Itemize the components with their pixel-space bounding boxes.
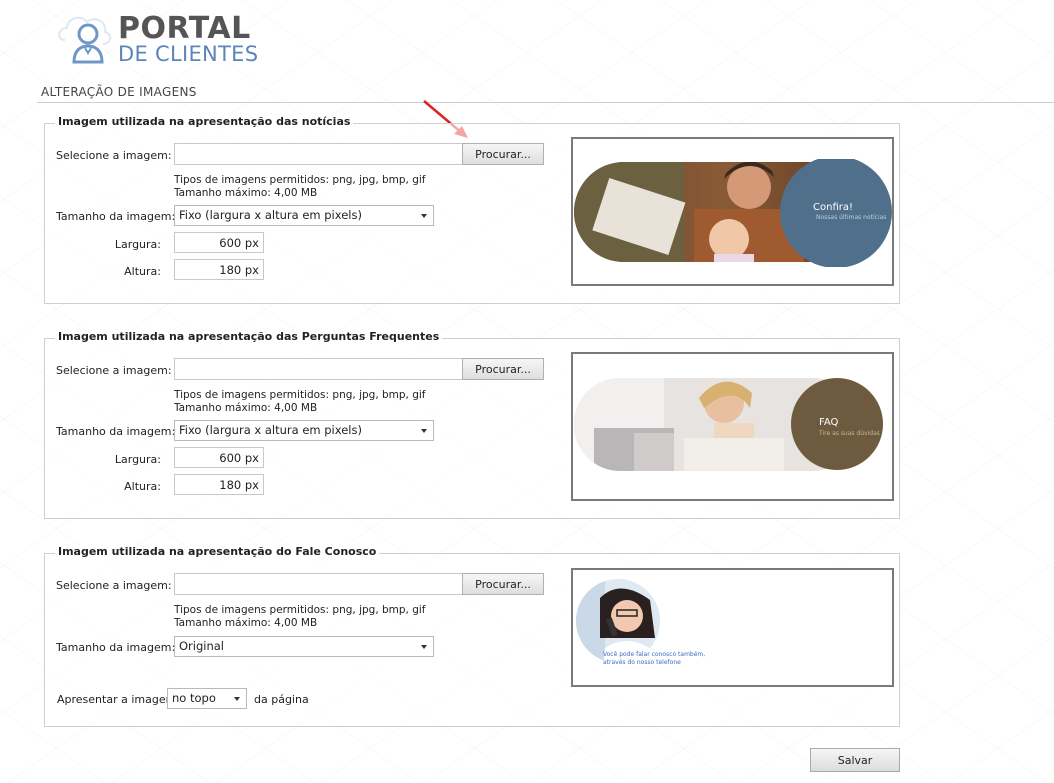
save-button[interactable]: Salvar — [810, 748, 900, 772]
contact-image-preview: Você pode falar conosco também, através … — [571, 568, 894, 687]
preview-subtext: Tire as suas dúvidas — [819, 430, 880, 437]
contact-file-input[interactable] — [174, 573, 463, 595]
contact-browse-button[interactable]: Procurar... — [462, 573, 544, 595]
position-select-value: no topo — [172, 691, 216, 705]
width-label: Largura: — [114, 453, 161, 466]
news-height-input[interactable] — [174, 259, 264, 280]
position-suffix: da página — [254, 693, 309, 706]
preview-line1: Você pode falar conosco também, — [603, 651, 706, 658]
preview-line2: através do nosso telefone — [603, 659, 681, 666]
height-label: Altura: — [124, 480, 161, 493]
chevron-down-icon — [234, 697, 240, 701]
news-image-preview: Confira! Nossas últimas notícias — [571, 137, 894, 286]
chevron-down-icon — [421, 645, 427, 649]
hint-types: Tipos de imagens permitidos: png, jpg, b… — [174, 389, 426, 401]
news-width-input[interactable] — [174, 232, 264, 253]
news-size-select[interactable]: Fixo (largura x altura em pixels) — [174, 205, 434, 226]
hint-size: Tamanho máximo: 4,00 MB — [174, 402, 318, 414]
height-label: Altura: — [124, 265, 161, 278]
faq-height-input[interactable] — [174, 474, 264, 495]
faq-image-section: Imagem utilizada na apresentação das Per… — [44, 330, 900, 519]
news-preview-image — [574, 159, 892, 267]
size-select-value: Fixo (largura x altura em pixels) — [179, 208, 362, 222]
faq-width-input[interactable] — [174, 447, 264, 468]
size-label: Tamanho da imagem: — [56, 641, 176, 654]
select-image-label: Selecione a imagem: — [56, 579, 172, 592]
select-image-label: Selecione a imagem: — [56, 149, 172, 162]
contact-size-select[interactable]: Original — [174, 636, 434, 657]
client-avatar-logo-icon — [58, 16, 111, 64]
position-select[interactable]: no topo — [167, 688, 247, 709]
hint-size: Tamanho máximo: 4,00 MB — [174, 187, 318, 199]
size-label: Tamanho da imagem: — [56, 425, 176, 438]
hint-types: Tipos de imagens permitidos: png, jpg, b… — [174, 174, 426, 186]
section-legend: Imagem utilizada na apresentação das not… — [55, 115, 354, 128]
chevron-down-icon — [421, 429, 427, 433]
size-label: Tamanho da imagem: — [56, 210, 176, 223]
size-select-value: Original — [179, 639, 225, 653]
logo-subtitle: DE CLIENTES — [118, 42, 259, 66]
position-label: Apresentar a imagem — [57, 693, 177, 706]
news-browse-button[interactable]: Procurar... — [462, 143, 544, 165]
preview-subtext: Nossas últimas notícias — [816, 214, 887, 221]
faq-image-preview: FAQ Tire as suas dúvidas — [571, 352, 894, 501]
preview-heading: Confira! — [813, 202, 853, 213]
portal-logo: PORTAL DE CLIENTES — [55, 10, 265, 70]
hint-size: Tamanho máximo: 4,00 MB — [174, 617, 318, 629]
news-image-section: Imagem utilizada na apresentação das not… — [44, 115, 900, 304]
select-image-label: Selecione a imagem: — [56, 364, 172, 377]
faq-preview-image — [574, 378, 883, 471]
size-select-value: Fixo (largura x altura em pixels) — [179, 423, 362, 437]
news-file-input[interactable] — [174, 143, 463, 165]
preview-heading: FAQ — [819, 417, 839, 428]
section-legend: Imagem utilizada na apresentação das Per… — [55, 330, 443, 343]
section-legend: Imagem utilizada na apresentação do Fale… — [55, 545, 380, 558]
faq-file-input[interactable] — [174, 358, 463, 380]
width-label: Largura: — [114, 238, 161, 251]
chevron-down-icon — [421, 214, 427, 218]
faq-browse-button[interactable]: Procurar... — [462, 358, 544, 380]
logo-title: PORTAL — [118, 11, 251, 46]
page-title: ALTERAÇÃO DE IMAGENS — [41, 85, 197, 99]
hint-types: Tipos de imagens permitidos: png, jpg, b… — [174, 604, 426, 616]
contact-image-section: Imagem utilizada na apresentação do Fale… — [44, 545, 900, 727]
title-divider — [37, 102, 1054, 103]
faq-size-select[interactable]: Fixo (largura x altura em pixels) — [174, 420, 434, 441]
